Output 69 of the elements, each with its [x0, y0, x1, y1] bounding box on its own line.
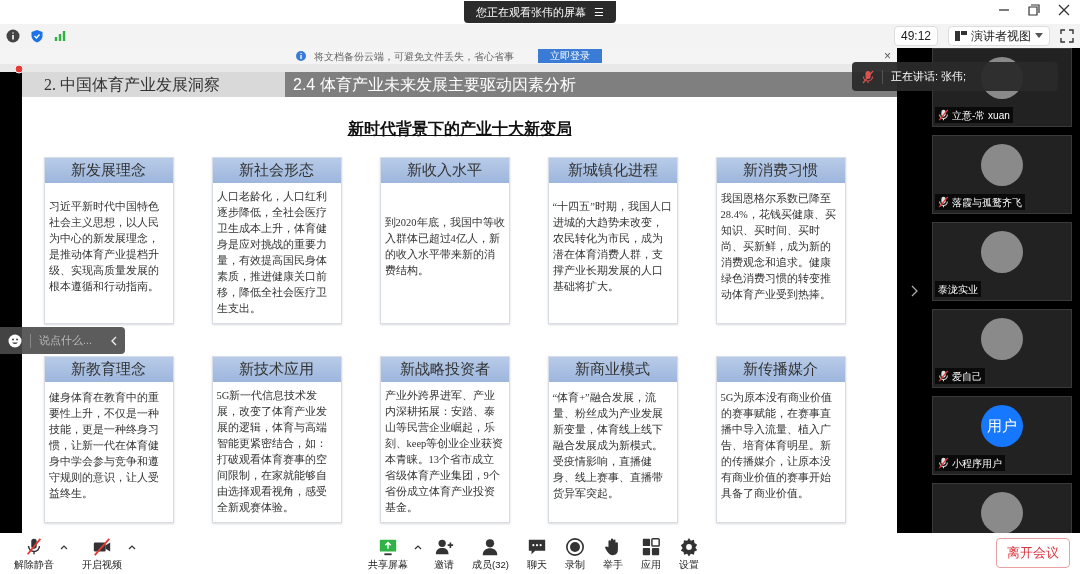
- card-title: 新技术应用: [212, 357, 341, 382]
- card-title: 新收入水平: [380, 158, 509, 183]
- avatar-placeholder: [981, 318, 1023, 360]
- participant-name: 小程序用户: [952, 456, 1002, 471]
- card-text: 到2020年底，我国中等收入群体已超过4亿人，新的收入水平带来新的消费结构。: [384, 216, 505, 278]
- emoji-icon[interactable]: [8, 333, 22, 348]
- avatar-placeholder: [981, 231, 1023, 273]
- close-icon[interactable]: [1058, 4, 1070, 16]
- participant-tile[interactable]: 泰泷实业: [932, 222, 1072, 301]
- apps-grid-icon: [640, 536, 661, 557]
- card-text: 习近平新时代中国特色社会主义思想，以人民为中心的新发展理念，是推动体育产业提档升级、实现高质量发展的根本遵循和行动指南。: [48, 200, 160, 294]
- record-icon: [564, 536, 585, 557]
- chat-input[interactable]: 说点什么...: [0, 327, 125, 354]
- slide-heading: 新时代背景下的产业十大新变局: [347, 119, 572, 139]
- participant-name: 落霞与孤鹜齐飞: [952, 195, 1022, 210]
- fullscreen-icon[interactable]: [1060, 29, 1074, 43]
- slide-section-title: 2. 中国体育产业发展洞察: [22, 72, 285, 97]
- chat-placeholder: 说点什么...: [39, 333, 94, 349]
- muted-mic-icon: [938, 370, 949, 382]
- restore-icon[interactable]: [1028, 4, 1040, 16]
- card-text: 我国恩格尔系数已降至28.4%，花钱买健康、买知识、买时间、买时尚、买新鲜，成为新的消费观念和追求。健康绿色消费习惯的转变推动体育产业受到热捧。: [720, 192, 837, 302]
- muted-mic-icon: [938, 457, 949, 469]
- avatar: 用户: [981, 405, 1023, 447]
- muted-mic-icon: [938, 109, 949, 121]
- card-text: 人口老龄化，人口红利逐步降低，全社会医疗卫生成本上升，体育健身是应对挑战的重要力量，有效提高国民身体素质，推进健康关口前移，降低全社会医疗卫生支出。: [216, 190, 328, 316]
- card-text: 5G为原本没有商业价值的赛事赋能，在赛事直播中导入流量、植入广告、培育体育明星。新的传播媒介，让原本没有商业价值的赛事开始具备了商业价值。: [720, 391, 834, 501]
- info-icon[interactable]: [6, 29, 20, 43]
- participant-name: 爱自己: [952, 369, 982, 384]
- muted-mic-icon: [862, 69, 874, 84]
- card-title: 新传播媒介: [716, 357, 845, 382]
- card-title: 新城镇化进程: [548, 158, 677, 183]
- avatar-placeholder: [981, 144, 1023, 186]
- card-text: 产业外跨界进军、产业内深耕拓展：安踏、泰山等民营企业崛起，乐刻、keep等创业企业获资本青睐。13个省市成立省级体育产业集团，9个省份成立体育产业投资基金。: [384, 389, 505, 515]
- muted-mic-icon: [24, 536, 44, 557]
- card-text: “体育+”融合发展，流量、粉丝成为产业发展新变量，体育线上线下融合发展成为新模式。受疫情影响，直播健身、线上赛事、直播带货异军突起。: [552, 390, 664, 501]
- collapse-icon[interactable]: [110, 335, 117, 346]
- caret-icon[interactable]: [128, 543, 136, 550]
- banner-text: 您正在观看张伟的屏幕: [476, 4, 586, 20]
- layout-icon: [955, 30, 967, 42]
- camera-off-icon: [92, 536, 112, 557]
- login-button[interactable]: 立即登录: [537, 49, 602, 63]
- card-text: 健身体育在教育中的重要性上升，不仅是一种技能，更是一种终身习惯，让新一代在体育健身中学会参与竞争和遵守规则的意识，让人受益终生。: [48, 390, 160, 501]
- card-title: 新教育理念: [44, 357, 173, 382]
- card-title: 新商业模式: [548, 357, 677, 382]
- card-title: 新战略投资者: [380, 357, 509, 382]
- caret-icon: [1035, 33, 1043, 39]
- caret-icon[interactable]: [60, 543, 68, 550]
- participant-tile[interactable]: 用户 小程序用户: [932, 396, 1072, 475]
- card-text: 5G新一代信息技术发展，改变了体育产业发展的逻辑，体育与高端智能更紧密结合，如：打破观看体育赛事的空间限制，在家就能够自由选择观看视角，感受全新观赛体验。: [216, 389, 328, 515]
- leave-meeting-button[interactable]: 离开会议: [996, 538, 1070, 568]
- participant-name: 立意-常 xuan: [952, 108, 1010, 123]
- card-text: “十四五”时期，我国人口进城的大趋势未改变，农民转化为市民，成为潜在体育消费人群，支撑产业长期发展的人口基础将扩大。: [552, 200, 673, 294]
- card-title: 新消费习惯: [716, 158, 845, 183]
- muted-mic-icon: [938, 196, 949, 208]
- notice-text: 将文档备份云端，可避免文件丢失，省心省事: [313, 49, 514, 64]
- banner-menu-button[interactable]: ☰: [594, 3, 604, 21]
- settings-icon: [678, 536, 699, 557]
- participant-name: 泰泷实业: [938, 282, 978, 297]
- card-title: 新社会形态: [212, 158, 341, 183]
- avatar-placeholder: [981, 492, 1023, 533]
- view-button[interactable]: 演讲者视图: [948, 26, 1050, 46]
- meeting-timer: 49:12: [893, 26, 938, 46]
- shield-icon[interactable]: [30, 29, 44, 43]
- participant-tile[interactable]: 爱自己: [932, 309, 1072, 388]
- info-icon: [295, 51, 306, 61]
- participant-tile[interactable]: 落霞与孤鹜齐飞: [932, 135, 1072, 214]
- card-title: 新发展理念: [44, 158, 173, 183]
- notice-close-button[interactable]: ×: [884, 50, 891, 62]
- caret-icon[interactable]: [414, 543, 422, 550]
